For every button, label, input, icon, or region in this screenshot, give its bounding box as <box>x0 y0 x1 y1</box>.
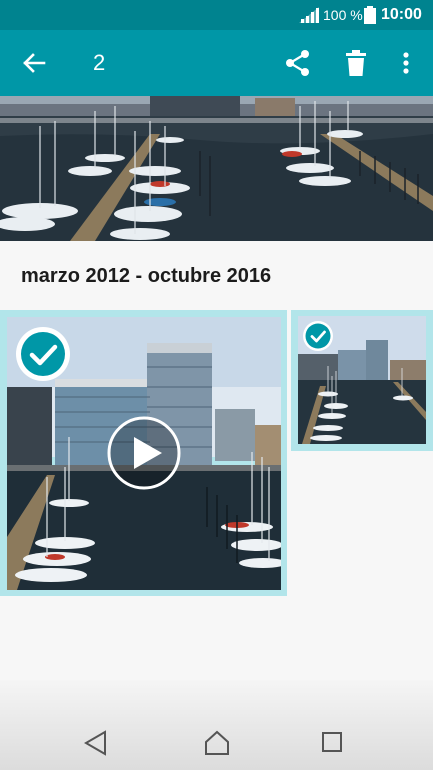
navigation-bar <box>0 680 433 770</box>
header-photo[interactable] <box>0 96 433 241</box>
play-icon[interactable] <box>106 415 182 491</box>
selected-check-icon[interactable] <box>15 326 71 382</box>
marina-photo <box>0 96 433 241</box>
back-arrow-icon[interactable] <box>20 49 48 77</box>
more-vert-icon[interactable] <box>398 49 414 77</box>
selected-check-icon-small[interactable] <box>302 320 334 352</box>
nav-recent-icon[interactable] <box>321 731 343 753</box>
battery-icon <box>364 6 376 24</box>
selected-count: 2 <box>93 50 106 75</box>
selection-toolbar: 2 <box>0 30 433 96</box>
nav-back-icon[interactable] <box>84 730 108 756</box>
trash-icon[interactable] <box>343 49 369 77</box>
clock: 10:00 <box>381 6 422 23</box>
date-range-heading: marzo 2012 - octubre 2016 <box>21 265 272 287</box>
battery-percent: 100 % <box>323 7 363 23</box>
nav-home-icon[interactable] <box>203 729 231 757</box>
share-icon[interactable] <box>284 49 312 77</box>
status-bar: 100 % 10:00 <box>0 0 433 30</box>
signal-icon <box>299 7 319 23</box>
